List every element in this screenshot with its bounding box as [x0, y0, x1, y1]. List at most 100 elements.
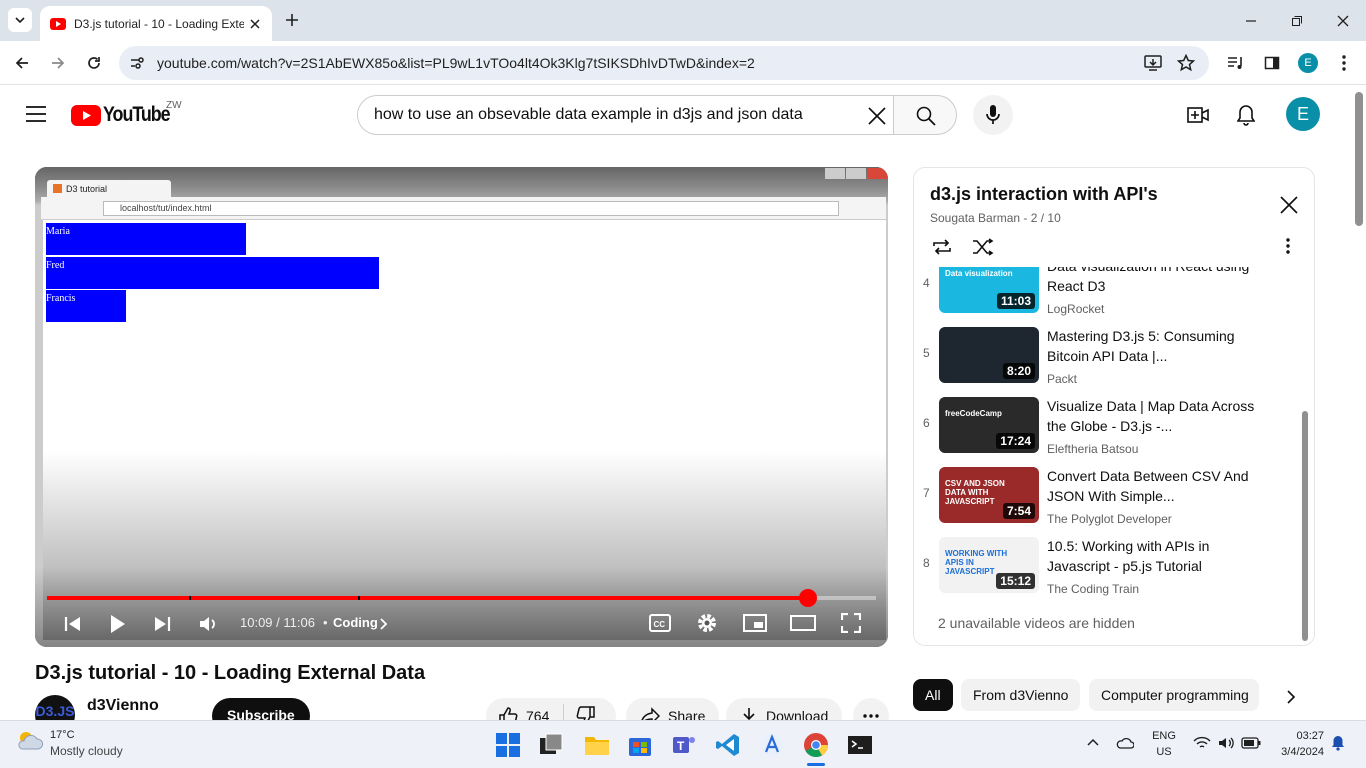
tab-search-button[interactable]: [8, 8, 32, 32]
playlist-item[interactable]: 6 freeCodeCamp 17:24 Visualize Data | Map D…: [914, 397, 1299, 467]
microsoft-store-icon[interactable]: [627, 732, 653, 758]
next-icon[interactable]: [153, 615, 171, 633]
tab-title: D3.js tutorial - 10 - Loading Exte: [74, 16, 244, 31]
more-vertical-icon: [1342, 55, 1346, 71]
new-tab-button[interactable]: [282, 10, 302, 30]
chart-bar-francis: Francis: [46, 290, 126, 322]
playlist-more-icon[interactable]: [1286, 238, 1290, 254]
miniplayer-icon[interactable]: [743, 614, 767, 632]
playlist-scrollbar[interactable]: [1302, 411, 1308, 641]
file-explorer-icon[interactable]: [584, 732, 610, 758]
inner-toolbar: localhost/tut/index.html: [41, 197, 886, 220]
bookmark-star-icon[interactable]: [1177, 54, 1195, 72]
clear-search-icon[interactable]: [868, 107, 886, 125]
terminal-icon[interactable]: [847, 732, 873, 758]
country-code: ZW: [166, 100, 182, 111]
playlist-video-title: Visualize Data | Map Data Across the Glo…: [1047, 398, 1255, 434]
chevron-right-icon[interactable]: [380, 618, 388, 630]
playlist-item[interactable]: 8 WORKING WITH APIS IN JAVASCRIPT 15:12 10.…: [914, 537, 1299, 607]
volume-icon[interactable]: [198, 614, 218, 634]
guide-menu-button[interactable]: [26, 106, 46, 122]
svg-text:T: T: [677, 739, 685, 753]
restore-button[interactable]: [1274, 0, 1320, 41]
play-icon[interactable]: [110, 614, 126, 634]
playlist-index: 5: [923, 346, 930, 360]
microphone-icon: [986, 105, 1000, 124]
page-scrollbar[interactable]: [1355, 92, 1363, 226]
shuffle-icon[interactable]: [972, 238, 994, 256]
voice-search-button[interactable]: [973, 95, 1013, 135]
back-button[interactable]: [8, 49, 36, 77]
language-indicator[interactable]: ENG: [1150, 730, 1178, 742]
side-panel-button[interactable]: [1258, 49, 1286, 77]
task-view-icon[interactable]: [538, 732, 564, 758]
reload-button[interactable]: [80, 49, 108, 77]
chrome-icon[interactable]: [803, 732, 829, 758]
playlist-video-title: Convert Data Between CSV And JSON With S…: [1047, 468, 1249, 504]
teams-icon[interactable]: T: [671, 732, 697, 758]
captions-icon[interactable]: CC: [649, 614, 671, 632]
forward-button[interactable]: [44, 49, 72, 77]
weather-cloudy-icon[interactable]: [16, 729, 44, 753]
search-button[interactable]: [893, 95, 957, 135]
close-tab-icon[interactable]: [250, 18, 260, 29]
close-window-button[interactable]: [1320, 0, 1366, 41]
chip-computer-programming[interactable]: Computer programming: [1089, 679, 1259, 711]
windows-start-icon[interactable]: [495, 732, 521, 758]
media-controls-button[interactable]: [1222, 49, 1250, 77]
progress-scrubber[interactable]: [799, 589, 818, 607]
playlist-item[interactable]: 4Data visualization11:03Data visualizati…: [914, 267, 1299, 327]
video-thumbnail[interactable]: 8:20: [939, 327, 1039, 383]
video-duration: 17:24: [996, 433, 1035, 449]
install-app-icon[interactable]: [1144, 54, 1162, 72]
clock-time[interactable]: 03:27: [1270, 730, 1324, 742]
playlist-item[interactable]: 7 CSV AND JSON DATA WITH JAVASCRIPT 7:54 Co…: [914, 467, 1299, 537]
search-input[interactable]: how to use an obsevable data example in …: [357, 95, 894, 135]
vscode-icon[interactable]: [715, 732, 741, 758]
active-tab[interactable]: D3.js tutorial - 10 - Loading Exte: [40, 6, 272, 41]
chapter-title[interactable]: Coding: [333, 615, 378, 630]
playlist-items: 4Data visualization11:03Data visualizati…: [914, 267, 1304, 607]
account-avatar[interactable]: E: [1286, 97, 1320, 131]
fullscreen-icon[interactable]: [841, 613, 861, 633]
channel-name[interactable]: d3Vienno: [87, 697, 159, 715]
chips-next-icon[interactable]: [1286, 689, 1296, 705]
minimize-button[interactable]: [1228, 0, 1274, 41]
chip-from-channel[interactable]: From d3Vienno: [961, 679, 1081, 711]
playlist-item[interactable]: 5 8:20 Mastering D3.js 5: Consuming Bitcoi…: [914, 327, 1299, 397]
youtube-logo[interactable]: YouTube: [71, 103, 181, 127]
wifi-icon[interactable]: [1193, 736, 1211, 750]
address-bar[interactable]: youtube.com/watch?v=2S1AbEWX85o&list=PL9…: [119, 46, 1209, 80]
close-playlist-icon[interactable]: [1280, 196, 1298, 214]
create-button[interactable]: [1178, 95, 1218, 135]
video-thumbnail[interactable]: freeCodeCamp 17:24: [939, 397, 1039, 453]
theater-mode-icon[interactable]: [790, 615, 816, 631]
tray-overflow-chevron-icon[interactable]: [1087, 738, 1099, 746]
progress-bar[interactable]: [47, 589, 876, 607]
video-thumbnail[interactable]: WORKING WITH APIS IN JAVASCRIPT 15:12: [939, 537, 1039, 593]
volume-tray-icon[interactable]: [1218, 736, 1236, 750]
browser-toolbar: youtube.com/watch?v=2S1AbEWX85o&list=PL9…: [0, 41, 1366, 85]
close-icon: [1337, 15, 1349, 26]
playlist-title[interactable]: d3.js interaction with API's: [930, 184, 1158, 205]
loop-icon[interactable]: [931, 238, 953, 256]
profile-button[interactable]: E: [1294, 49, 1322, 77]
settings-gear-icon[interactable]: [696, 612, 718, 634]
azure-data-studio-icon[interactable]: [759, 732, 785, 758]
chrome-menu-button[interactable]: [1330, 49, 1358, 77]
playlist-video-channel: The Coding Train: [1047, 582, 1140, 596]
notifications-button[interactable]: [1226, 95, 1266, 135]
onedrive-icon[interactable]: [1116, 735, 1134, 751]
previous-icon[interactable]: [64, 615, 82, 633]
notification-bell-icon[interactable]: [1331, 735, 1345, 751]
site-info-icon[interactable]: [129, 55, 145, 71]
video-player[interactable]: D3 tutorial localhost/tut/index.html Mar…: [35, 167, 888, 647]
chapter-divider: [358, 596, 360, 600]
playlist-video-title: Data visualization in React using React …: [1047, 267, 1249, 294]
chip-all[interactable]: All: [913, 679, 953, 711]
chevron-down-icon: [15, 17, 25, 24]
video-thumbnail[interactable]: CSV AND JSON DATA WITH JAVASCRIPT 7:54: [939, 467, 1039, 523]
profile-avatar: E: [1298, 53, 1318, 73]
video-thumbnail[interactable]: Data visualization 11:03: [939, 267, 1039, 313]
battery-icon[interactable]: [1241, 737, 1261, 749]
